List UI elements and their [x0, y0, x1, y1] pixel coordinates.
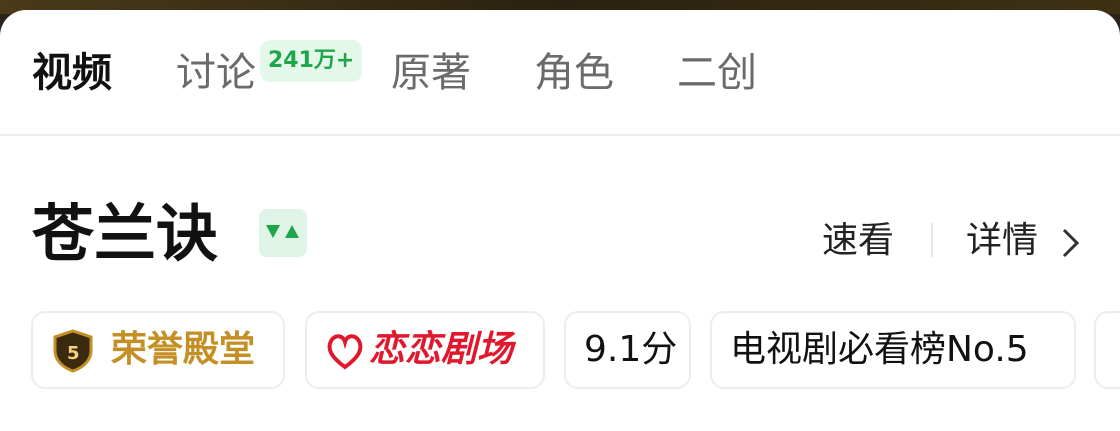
ranking-label: 电视剧必看榜No.5: [730, 329, 1029, 370]
tab-bar: 视频 讨论 241万+ 原著 角色 二创: [0, 10, 1120, 136]
detail-sheet: 视频 讨论 241万+ 原著 角色 二创 苍兰诀 速看 详情 5 荣誉殿堂 恋恋…: [0, 10, 1120, 431]
romance-theater-label: 恋恋剧场: [369, 329, 514, 370]
partial-chip[interactable]: [1094, 311, 1120, 389]
score-label: 9.1分: [584, 329, 678, 370]
tab-original-novel[interactable]: 原著: [391, 48, 471, 98]
vip-triangle-icon: [259, 209, 307, 257]
tab-video[interactable]: 视频: [32, 48, 112, 98]
heart-logo-icon: [327, 334, 363, 370]
score-chip[interactable]: 9.1分: [564, 311, 691, 389]
details-link[interactable]: 详情: [966, 218, 1038, 264]
show-title: 苍兰诀: [32, 197, 219, 270]
tab-discussion[interactable]: 讨论: [176, 48, 256, 98]
chevron-right-icon: [1062, 228, 1080, 258]
honor-icon-text: 5: [67, 343, 80, 364]
tab-fan-creations[interactable]: 二创: [677, 48, 757, 98]
discussion-count-badge: 241万+: [260, 40, 363, 82]
ranking-chip[interactable]: 电视剧必看榜No.5: [710, 311, 1076, 389]
quick-view-link[interactable]: 速看: [822, 218, 894, 264]
honor-hall-label: 荣誉殿堂: [111, 329, 256, 370]
tab-characters[interactable]: 角色: [534, 48, 614, 98]
honor-shield-icon: 5: [53, 329, 93, 373]
link-divider: [931, 223, 933, 257]
romance-theater-chip[interactable]: 恋恋剧场: [305, 311, 545, 389]
honor-hall-chip[interactable]: 5 荣誉殿堂: [31, 311, 285, 389]
